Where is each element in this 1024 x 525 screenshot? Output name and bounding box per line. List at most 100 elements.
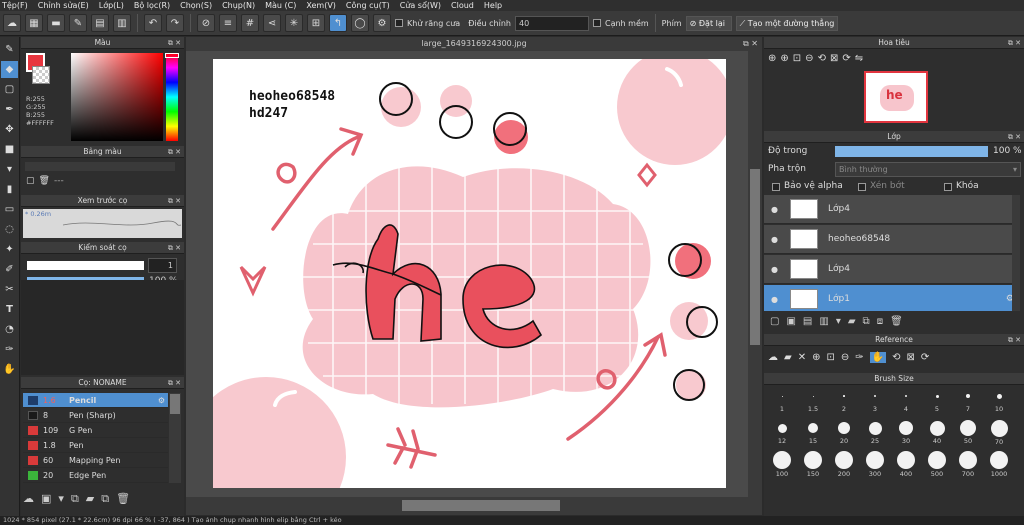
new-palette-icon[interactable]: ▢ — [26, 176, 35, 186]
eye-icon[interactable]: ● — [771, 235, 778, 244]
cloud-icon[interactable]: ☁ — [3, 14, 21, 32]
panel-controls-icon[interactable]: ⧉ ✕ — [1008, 37, 1021, 49]
layer-opacity-slider[interactable] — [835, 146, 988, 157]
actual-size-icon[interactable]: ⊠ — [830, 53, 838, 64]
menu-tools[interactable]: Công cụ(T) — [346, 0, 390, 11]
panel-controls-icon[interactable]: ⧉ ✕ — [168, 377, 181, 389]
copy-icon[interactable]: ⧉ — [71, 492, 79, 506]
eye-icon[interactable]: ● — [771, 295, 778, 304]
pen-icon[interactable]: ✎ — [69, 14, 87, 32]
adjust-select[interactable]: 40 — [514, 15, 589, 31]
scroll-thumb[interactable] — [750, 169, 760, 345]
radial-snap-icon[interactable]: ⋖ — [263, 14, 281, 32]
eyedropper-icon[interactable]: ✑ — [855, 352, 863, 363]
ellipse-select-icon[interactable]: ◌ — [1, 221, 18, 238]
new-halftone-layer-icon[interactable]: ▣ — [786, 316, 795, 327]
new-8bit-layer-icon[interactable]: ▥ — [819, 316, 828, 327]
antialias-checkbox[interactable] — [395, 19, 403, 27]
fit-icon[interactable]: ⊡ — [826, 352, 834, 363]
layer-row[interactable]: ● Lớp4 — [764, 195, 1020, 224]
menu-filter[interactable]: Bộ lọc(R) — [134, 0, 170, 11]
rotate-right-icon[interactable]: ⟳ — [842, 53, 850, 64]
snap-settings-icon[interactable]: ⚙ — [373, 14, 391, 32]
brush-size-cell[interactable]: 4 — [892, 387, 920, 413]
hand-icon[interactable]: ✋ — [1, 361, 18, 378]
brush-size-field[interactable]: 1 — [148, 258, 177, 273]
scroll-thumb[interactable] — [170, 394, 180, 414]
protect-alpha-checkbox[interactable] — [772, 183, 780, 191]
brush-size-cell[interactable]: 700 — [954, 451, 982, 478]
layer-row[interactable]: ● Lớp4 — [764, 255, 1020, 284]
straight-line-button[interactable]: ⟋ Tạo một đường thẳng — [735, 15, 838, 31]
brush-size-cell[interactable]: 1.5 — [799, 387, 827, 413]
vertical-scrollbar[interactable] — [748, 51, 762, 497]
menu-file[interactable]: Tệp(F) — [2, 0, 28, 11]
grid-snap-icon[interactable]: # — [241, 14, 259, 32]
menu-capture[interactable]: Chụp(N) — [222, 0, 255, 11]
brush-tool-icon[interactable]: ✎ — [1, 41, 18, 58]
move-icon[interactable]: ✥ — [1, 121, 18, 138]
eyedropper-icon[interactable]: ✑ — [1, 341, 18, 358]
brush-size-cell[interactable]: 25 — [861, 419, 889, 445]
panel-controls-icon[interactable]: ⧉ ✕ — [1008, 131, 1021, 143]
brush-size-cell[interactable]: 400 — [892, 451, 920, 478]
rotate-left-icon[interactable]: ⟲ — [892, 352, 900, 363]
brush-size-cell[interactable]: 30 — [892, 419, 920, 445]
brush-size-cell[interactable]: 10 — [985, 387, 1013, 413]
reset-button[interactable]: ⊘ Đặt lại — [685, 15, 732, 31]
menu-edit[interactable]: Chỉnh sửa(E) — [38, 0, 89, 11]
brush-list-item[interactable]: 8 Pen (Sharp) — [23, 408, 168, 423]
menu-layer[interactable]: Lớp(L) — [99, 0, 124, 11]
brush-list-item[interactable]: 60 Mapping Pen — [23, 453, 168, 468]
brush-panel-icon[interactable]: ▤ — [91, 14, 109, 32]
panel-controls-icon[interactable]: ⧉ ✕ — [168, 242, 181, 254]
new-1bit-layer-icon[interactable]: ▤ — [803, 316, 812, 327]
panel-controls-icon[interactable]: ⧉ ✕ — [168, 195, 181, 207]
layer-panel-icon[interactable]: ▥ — [113, 14, 131, 32]
eraser-tool-icon[interactable]: ◆ — [1, 61, 18, 78]
panel-controls-icon[interactable]: ⧉ ✕ — [1008, 334, 1021, 346]
chat-icon[interactable]: ▬ — [47, 14, 65, 32]
rotate-left-icon[interactable]: ⟲ — [818, 53, 826, 64]
brush-size-cell[interactable]: 300 — [861, 451, 889, 478]
circle-snap-icon[interactable]: ◯ — [351, 14, 369, 32]
fill-rect-icon[interactable]: ■ — [1, 141, 18, 158]
brush-size-cell[interactable]: 150 — [799, 451, 827, 478]
delete-palette-icon[interactable]: 🗑 — [39, 176, 50, 186]
menu-window[interactable]: Cửa sổ(W) — [400, 0, 441, 11]
panel-controls-icon[interactable]: ⧉ ✕ — [168, 37, 181, 49]
saturation-value-square[interactable] — [71, 53, 163, 141]
brush-size-cell[interactable]: 100 — [768, 451, 796, 478]
bucket-icon[interactable]: ▾ — [1, 161, 18, 178]
grid-view-icon[interactable]: ▦ — [25, 14, 43, 32]
brush-size-slider[interactable] — [27, 261, 144, 270]
brush-size-cell[interactable]: 50 — [954, 419, 982, 445]
clip-checkbox[interactable] — [858, 183, 866, 191]
duplicate-icon[interactable]: ⧉ — [101, 492, 109, 506]
brush-size-cell[interactable]: 12 — [768, 419, 796, 445]
brush-size-cell[interactable]: 3 — [861, 387, 889, 413]
eye-icon[interactable]: ● — [771, 265, 778, 274]
select-pen-icon[interactable]: ✐ — [1, 261, 18, 278]
brush-list-item[interactable]: 109 G Pen — [23, 423, 168, 438]
palette-strip[interactable] — [25, 162, 175, 171]
undo-icon[interactable]: ↶ — [144, 14, 162, 32]
flip-icon[interactable]: ⇋ — [855, 53, 863, 64]
curve-snap-icon[interactable]: ↰ — [329, 14, 347, 32]
shape-icon[interactable]: ▭ — [1, 201, 18, 218]
fit-window-icon[interactable]: ⊡ — [793, 53, 801, 64]
trash-icon[interactable]: 🗑 — [116, 492, 130, 506]
open-folder-icon[interactable]: ▰ — [784, 352, 792, 363]
brush-size-cell[interactable]: 7 — [954, 387, 982, 413]
upload-icon[interactable]: ☁ — [23, 492, 34, 506]
duplicate-layer-icon[interactable]: ⧉ — [863, 316, 870, 327]
hue-slider[interactable] — [166, 53, 178, 141]
divide-icon[interactable]: ◔ — [1, 321, 18, 338]
lasso-icon[interactable]: ✒ — [1, 101, 18, 118]
select-rect-icon[interactable]: ▢ — [1, 81, 18, 98]
brush-size-cell[interactable]: 5 — [923, 387, 951, 413]
brush-size-cell[interactable]: 200 — [830, 451, 858, 478]
layer-row-selected[interactable]: ● Lớp1 ⚙ — [764, 285, 1020, 311]
secondary-color-swatch[interactable] — [32, 66, 50, 84]
navigator-thumbnail[interactable]: he — [864, 71, 928, 123]
